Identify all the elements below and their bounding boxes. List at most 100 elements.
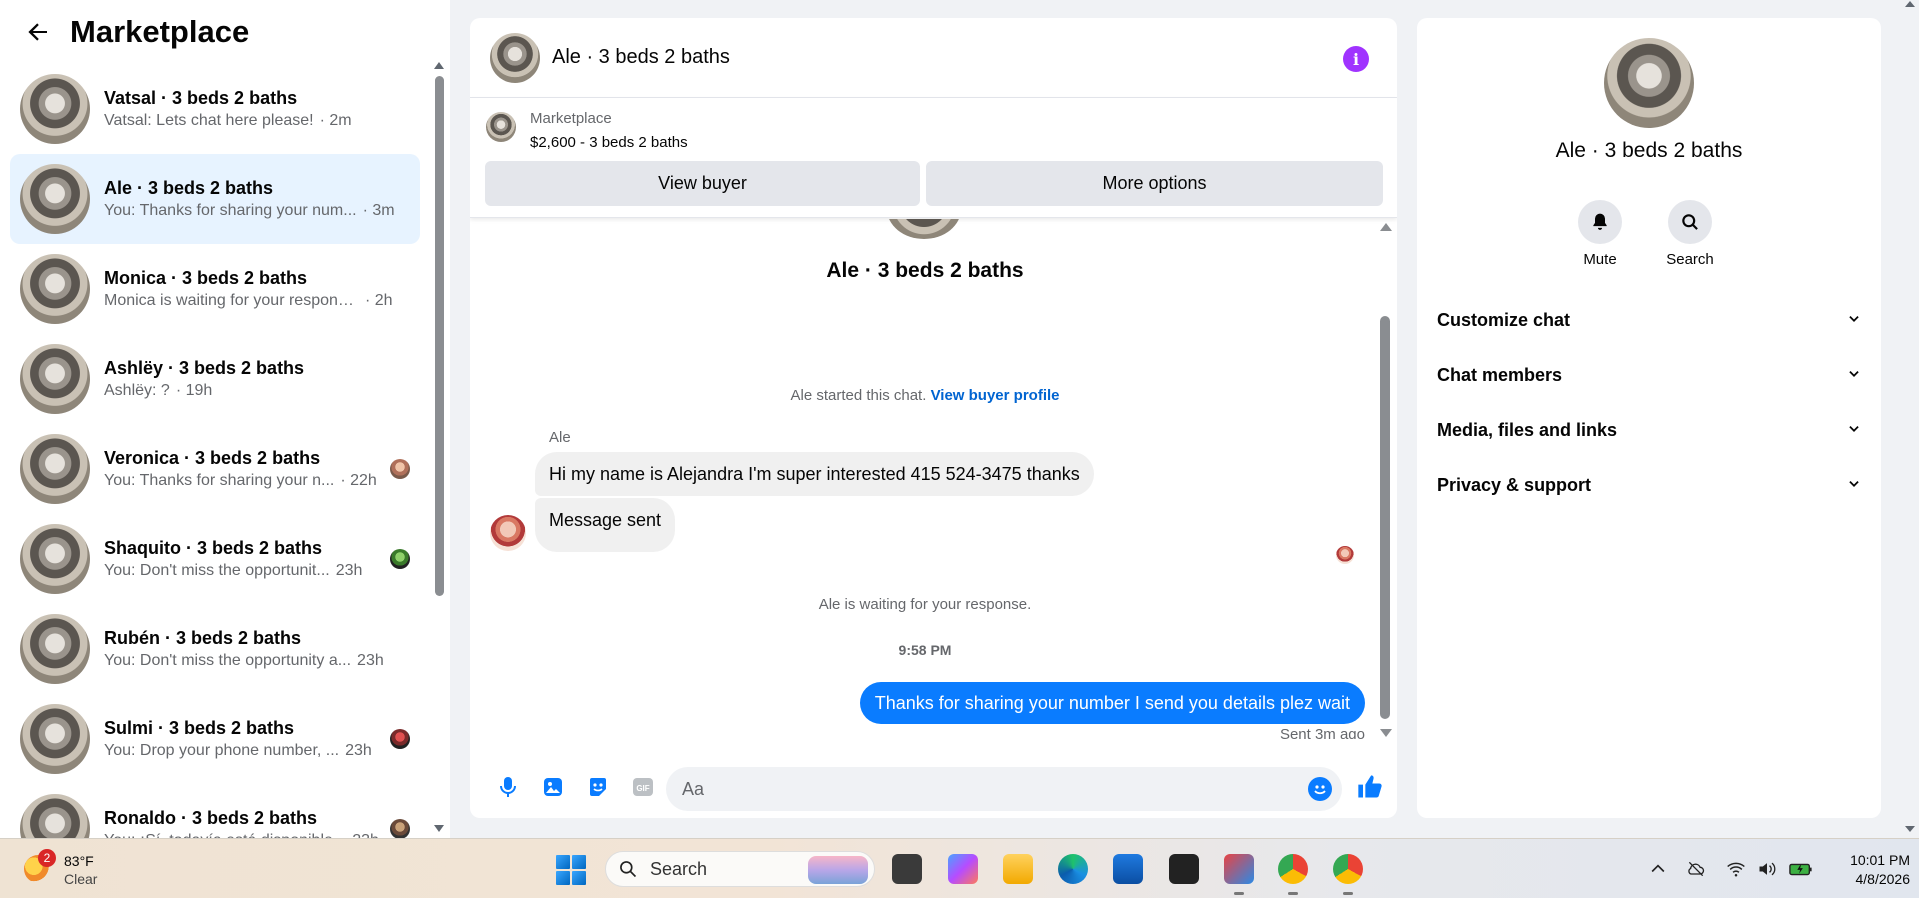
chat-panel: Ale · 3 beds 2 baths i Marketplace $2,60… bbox=[470, 18, 1397, 818]
listing-price-title[interactable]: $2,600 - 3 beds 2 baths bbox=[530, 134, 688, 151]
scrollbar-thumb[interactable] bbox=[435, 76, 444, 596]
scroll-down-arrow-icon[interactable] bbox=[434, 825, 444, 832]
conversation-name: Shaquito · 3 beds 2 baths bbox=[104, 538, 323, 558]
conversation-time: 23h bbox=[357, 652, 384, 669]
microsoft-store-icon[interactable] bbox=[1113, 854, 1143, 884]
chevron-down-icon bbox=[1847, 420, 1861, 441]
conversation-time: 23h bbox=[345, 742, 372, 759]
taskbar-clock[interactable]: 10:01 PM 4/8/2026 bbox=[1830, 851, 1910, 889]
conversation-item[interactable]: Ronaldo · 3 beds 2 baths You: ¡Sí, todav… bbox=[10, 784, 420, 838]
back-arrow-icon[interactable] bbox=[22, 16, 54, 48]
section-label: Chat members bbox=[1437, 364, 1563, 385]
chat-started-notice: Ale started this chat. View buyer profil… bbox=[470, 387, 1380, 404]
scrollbar-thumb[interactable] bbox=[1380, 316, 1390, 719]
conversation-item[interactable]: Monica · 3 beds 2 baths Monica is waitin… bbox=[10, 244, 420, 334]
view-buyer-button[interactable]: View buyer bbox=[485, 161, 920, 206]
weather-widget[interactable]: 2 83°F Clear bbox=[24, 849, 144, 889]
scroll-up-arrow-icon[interactable] bbox=[434, 62, 444, 69]
thread-avatar bbox=[887, 219, 961, 239]
section-label: Customize chat bbox=[1437, 309, 1571, 330]
message-composer: GIF bbox=[470, 755, 1397, 815]
details-avatar[interactable] bbox=[1604, 38, 1694, 128]
conversation-time: · 2h bbox=[365, 292, 393, 309]
mute-button[interactable]: Mute bbox=[1560, 200, 1640, 268]
emoji-icon[interactable] bbox=[1308, 777, 1332, 801]
microsoft-365-icon[interactable] bbox=[948, 854, 978, 884]
sticker-icon[interactable] bbox=[586, 775, 610, 799]
conversation-name: Sulmi · 3 beds 2 baths bbox=[104, 718, 295, 738]
message-timestamp: 9:58 PM bbox=[898, 642, 952, 658]
edge-browser-icon[interactable] bbox=[1058, 854, 1088, 884]
listing-avatar bbox=[20, 164, 90, 234]
customize-chat-section[interactable]: Customize chat bbox=[1437, 300, 1861, 340]
seen-avatar bbox=[390, 549, 410, 569]
chat-header-avatar[interactable] bbox=[490, 32, 540, 83]
conversation-item[interactable]: Ashlëy · 3 beds 2 baths Ashlëy: ? · 19h bbox=[10, 334, 420, 424]
listing-thumbnail[interactable] bbox=[486, 112, 516, 142]
seen-avatar bbox=[390, 819, 410, 838]
incoming-message[interactable]: Hi my name is Alejandra I'm super intere… bbox=[535, 452, 1094, 496]
windows-start-icon[interactable] bbox=[556, 855, 586, 885]
cloud-offline-icon[interactable] bbox=[1686, 859, 1706, 879]
taskbar-search[interactable]: Search bbox=[605, 851, 875, 887]
conversation-item[interactable]: Rubén · 3 beds 2 baths You: Don't miss t… bbox=[10, 604, 420, 694]
conversation-preview: You: Thanks for sharing your num... bbox=[104, 202, 357, 219]
battery-charging-icon[interactable] bbox=[1789, 859, 1813, 879]
conversation-name: Vatsal · 3 beds 2 baths bbox=[104, 88, 298, 108]
incoming-message[interactable]: Message sent bbox=[535, 498, 676, 552]
conversation-item[interactable]: Vatsal · 3 beds 2 baths Vatsal: Lets cha… bbox=[10, 64, 420, 154]
conversation-name: Monica · 3 beds 2 baths bbox=[104, 268, 308, 288]
chevron-down-icon bbox=[1847, 475, 1861, 496]
chevron-down-icon bbox=[1847, 310, 1861, 331]
chrome-profile-icon[interactable] bbox=[1333, 854, 1363, 884]
chat-scrollbar[interactable] bbox=[1378, 221, 1392, 741]
conversation-item[interactable]: Shaquito · 3 beds 2 baths You: Don't mis… bbox=[10, 514, 420, 604]
conversation-item-active[interactable]: Ale · 3 beds 2 baths You: Thanks for sha… bbox=[10, 154, 420, 244]
scroll-down-arrow-icon[interactable] bbox=[1380, 729, 1392, 737]
conversation-preview: You: ¡Sí, todavía está disponible... bbox=[104, 830, 346, 838]
search-label: Search bbox=[1666, 251, 1714, 268]
listing-avatar bbox=[20, 794, 90, 838]
scroll-up-arrow-icon[interactable] bbox=[1380, 223, 1392, 231]
conversation-name: Rubén · 3 beds 2 baths bbox=[104, 628, 302, 648]
gif-icon[interactable]: GIF bbox=[631, 775, 655, 799]
chat-started-text: Ale started this chat. bbox=[790, 387, 927, 404]
chat-members-section[interactable]: Chat members bbox=[1437, 355, 1861, 395]
sent-status: Sent 3m ago bbox=[1279, 726, 1365, 739]
sticky-notes-icon[interactable] bbox=[1169, 854, 1199, 884]
chevron-up-icon[interactable] bbox=[1648, 859, 1668, 879]
clock-time: 10:01 PM bbox=[1850, 852, 1910, 868]
section-label: Media, files and links bbox=[1437, 419, 1618, 440]
search-in-chat-button[interactable]: Search bbox=[1650, 200, 1730, 268]
view-buyer-profile-link[interactable]: View buyer profile bbox=[931, 387, 1060, 404]
info-icon[interactable]: i bbox=[1343, 46, 1369, 72]
wifi-icon[interactable] bbox=[1726, 859, 1746, 879]
more-options-button[interactable]: More options bbox=[926, 161, 1383, 206]
message-input[interactable] bbox=[666, 767, 1342, 811]
chat-header-title[interactable]: Ale · 3 beds 2 baths bbox=[552, 46, 730, 69]
sender-avatar[interactable] bbox=[490, 515, 526, 551]
listing-avatar bbox=[20, 74, 90, 144]
photo-icon[interactable] bbox=[541, 775, 565, 799]
snipping-tool-icon[interactable] bbox=[1224, 854, 1254, 884]
sidebar-title: Marketplace bbox=[70, 14, 250, 49]
outgoing-message[interactable]: Thanks for sharing your number I send yo… bbox=[859, 682, 1365, 724]
page-scroll-up-icon[interactable] bbox=[1905, 1, 1915, 7]
thread-title: Ale · 3 beds 2 baths bbox=[826, 259, 1024, 282]
media-files-links-section[interactable]: Media, files and links bbox=[1437, 410, 1861, 450]
file-explorer-icon[interactable] bbox=[1003, 854, 1033, 884]
sidebar-scrollbar[interactable] bbox=[433, 58, 445, 838]
chrome-icon[interactable] bbox=[1278, 854, 1308, 884]
privacy-support-section[interactable]: Privacy & support bbox=[1437, 465, 1861, 505]
microphone-icon[interactable] bbox=[496, 775, 520, 799]
details-name: Ale · 3 beds 2 baths bbox=[1555, 139, 1743, 162]
chevron-down-icon bbox=[1847, 365, 1861, 386]
search-icon bbox=[1668, 200, 1712, 244]
conversation-item[interactable]: Veronica · 3 beds 2 baths You: Thanks fo… bbox=[10, 424, 420, 514]
task-view-icon[interactable] bbox=[892, 854, 922, 884]
thumbs-up-icon[interactable] bbox=[1356, 773, 1384, 801]
volume-icon[interactable] bbox=[1757, 859, 1777, 879]
page-scroll-down-icon[interactable] bbox=[1905, 826, 1915, 832]
conversation-item[interactable]: Sulmi · 3 beds 2 baths You: Drop your ph… bbox=[10, 694, 420, 784]
conversation-preview: You: Drop your phone number, ... bbox=[104, 742, 340, 759]
